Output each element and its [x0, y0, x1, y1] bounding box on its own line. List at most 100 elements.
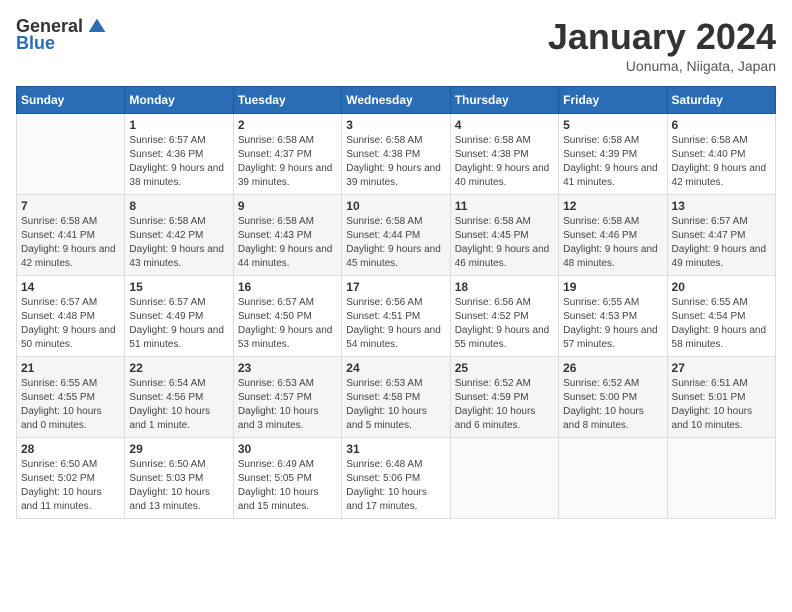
- day-number: 13: [672, 199, 771, 213]
- calendar-week-row: 1Sunrise: 6:57 AM Sunset: 4:36 PM Daylig…: [17, 114, 776, 195]
- day-number: 25: [455, 361, 554, 375]
- logo-icon: [87, 17, 107, 37]
- calendar-cell: 7Sunrise: 6:58 AM Sunset: 4:41 PM Daylig…: [17, 195, 125, 276]
- day-number: 29: [129, 442, 228, 456]
- day-info: Sunrise: 6:53 AM Sunset: 4:58 PM Dayligh…: [346, 377, 445, 433]
- day-info: Sunrise: 6:51 AM Sunset: 5:01 PM Dayligh…: [672, 377, 771, 433]
- calendar-cell: 23Sunrise: 6:53 AM Sunset: 4:57 PM Dayli…: [233, 357, 341, 438]
- day-number: 22: [129, 361, 228, 375]
- day-info: Sunrise: 6:52 AM Sunset: 4:59 PM Dayligh…: [455, 377, 554, 433]
- calendar-cell: 13 Sunrise: 6:57 AM Sunset: 4:47 PM Dayli…: [667, 195, 775, 276]
- calendar-cell: 26Sunrise: 6:52 AM Sunset: 5:00 PM Dayli…: [559, 357, 667, 438]
- calendar-week-row: 14Sunrise: 6:57 AM Sunset: 4:48 PM Dayli…: [17, 276, 776, 357]
- calendar-week-row: 21 Sunrise: 6:55 AM Sunset: 4:55 PM Dayli…: [17, 357, 776, 438]
- day-info: Sunrise: 6:53 AM Sunset: 4:57 PM Dayligh…: [238, 377, 337, 433]
- day-info: Sunrise: 6:55 AM Sunset: 4:53 PM Dayligh…: [563, 296, 662, 352]
- day-info: Sunrise: 6:55 AM Sunset: 4:55 PM Dayligh…: [21, 377, 120, 433]
- day-number: 8: [129, 199, 228, 213]
- weekday-header-tuesday: Tuesday: [233, 87, 341, 114]
- calendar-cell: 28Sunrise: 6:50 AM Sunset: 5:02 PM Dayli…: [17, 438, 125, 519]
- weekday-header-row: SundayMondayTuesdayWednesdayThursdayFrid…: [17, 87, 776, 114]
- calendar-cell: 12 Sunrise: 6:58 AM Sunset: 4:46 PM Dayli…: [559, 195, 667, 276]
- calendar-cell: 18Sunrise: 6:56 AM Sunset: 4:52 PM Dayli…: [450, 276, 558, 357]
- day-info: Sunrise: 6:57 AM Sunset: 4:47 PM Dayligh…: [672, 215, 771, 271]
- calendar-cell: 22Sunrise: 6:54 AM Sunset: 4:56 PM Dayli…: [125, 357, 233, 438]
- day-info: Sunrise: 6:48 AM Sunset: 5:06 PM Dayligh…: [346, 458, 445, 514]
- day-info: Sunrise: 6:58 AM Sunset: 4:38 PM Dayligh…: [455, 134, 554, 190]
- day-number: 9: [238, 199, 337, 213]
- calendar-cell: 9 Sunrise: 6:58 AM Sunset: 4:43 PM Daylig…: [233, 195, 341, 276]
- calendar-cell: 5 Sunrise: 6:58 AM Sunset: 4:39 PM Daylig…: [559, 114, 667, 195]
- day-number: 19: [563, 280, 662, 294]
- day-number: 11: [455, 199, 554, 213]
- weekday-header-saturday: Saturday: [667, 87, 775, 114]
- calendar-cell: 31 Sunrise: 6:48 AM Sunset: 5:06 PM Dayli…: [342, 438, 450, 519]
- calendar-cell: [559, 438, 667, 519]
- day-number: 15: [129, 280, 228, 294]
- calendar-cell: 17 Sunrise: 6:56 AM Sunset: 4:51 PM Dayli…: [342, 276, 450, 357]
- day-number: 12: [563, 199, 662, 213]
- day-number: 21: [21, 361, 120, 375]
- calendar-week-row: 7Sunrise: 6:58 AM Sunset: 4:41 PM Daylig…: [17, 195, 776, 276]
- day-number: 31: [346, 442, 445, 456]
- day-info: Sunrise: 6:58 AM Sunset: 4:38 PM Dayligh…: [346, 134, 445, 190]
- day-info: Sunrise: 6:58 AM Sunset: 4:45 PM Dayligh…: [455, 215, 554, 271]
- calendar-week-row: 28Sunrise: 6:50 AM Sunset: 5:02 PM Dayli…: [17, 438, 776, 519]
- day-info: Sunrise: 6:57 AM Sunset: 4:48 PM Dayligh…: [21, 296, 120, 352]
- day-number: 5: [563, 118, 662, 132]
- calendar-cell: 4 Sunrise: 6:58 AM Sunset: 4:38 PM Daylig…: [450, 114, 558, 195]
- day-info: Sunrise: 6:56 AM Sunset: 4:52 PM Dayligh…: [455, 296, 554, 352]
- day-info: Sunrise: 6:50 AM Sunset: 5:03 PM Dayligh…: [129, 458, 228, 514]
- day-info: Sunrise: 6:58 AM Sunset: 4:44 PM Dayligh…: [346, 215, 445, 271]
- month-title: January 2024: [548, 16, 776, 58]
- day-info: Sunrise: 6:57 AM Sunset: 4:50 PM Dayligh…: [238, 296, 337, 352]
- calendar-cell: 19 Sunrise: 6:55 AM Sunset: 4:53 PM Dayli…: [559, 276, 667, 357]
- calendar-cell: [17, 114, 125, 195]
- calendar-cell: 10 Sunrise: 6:58 AM Sunset: 4:44 PM Dayli…: [342, 195, 450, 276]
- day-number: 27: [672, 361, 771, 375]
- day-number: 26: [563, 361, 662, 375]
- day-number: 4: [455, 118, 554, 132]
- day-info: Sunrise: 6:56 AM Sunset: 4:51 PM Dayligh…: [346, 296, 445, 352]
- day-info: Sunrise: 6:58 AM Sunset: 4:39 PM Dayligh…: [563, 134, 662, 190]
- calendar-cell: 29 Sunrise: 6:50 AM Sunset: 5:03 PM Dayli…: [125, 438, 233, 519]
- page-header: General Blue January 2024 Uonuma, Niigat…: [16, 16, 776, 74]
- day-number: 1: [129, 118, 228, 132]
- day-info: Sunrise: 6:49 AM Sunset: 5:05 PM Dayligh…: [238, 458, 337, 514]
- day-number: 10: [346, 199, 445, 213]
- weekday-header-thursday: Thursday: [450, 87, 558, 114]
- day-number: 7: [21, 199, 120, 213]
- calendar-cell: 11 Sunrise: 6:58 AM Sunset: 4:45 PM Dayli…: [450, 195, 558, 276]
- day-number: 24: [346, 361, 445, 375]
- calendar-cell: 30 Sunrise: 6:49 AM Sunset: 5:05 PM Dayli…: [233, 438, 341, 519]
- day-number: 17: [346, 280, 445, 294]
- day-info: Sunrise: 6:58 AM Sunset: 4:37 PM Dayligh…: [238, 134, 337, 190]
- day-number: 2: [238, 118, 337, 132]
- day-number: 20: [672, 280, 771, 294]
- calendar-cell: 2 Sunrise: 6:58 AM Sunset: 4:37 PM Daylig…: [233, 114, 341, 195]
- day-number: 16: [238, 280, 337, 294]
- calendar-cell: 15 Sunrise: 6:57 AM Sunset: 4:49 PM Dayli…: [125, 276, 233, 357]
- calendar-cell: 27 Sunrise: 6:51 AM Sunset: 5:01 PM Dayli…: [667, 357, 775, 438]
- weekday-header-wednesday: Wednesday: [342, 87, 450, 114]
- day-info: Sunrise: 6:58 AM Sunset: 4:43 PM Dayligh…: [238, 215, 337, 271]
- calendar-cell: 6 Sunrise: 6:58 AM Sunset: 4:40 PM Daylig…: [667, 114, 775, 195]
- calendar-cell: 8 Sunrise: 6:58 AM Sunset: 4:42 PM Daylig…: [125, 195, 233, 276]
- calendar-cell: 25 Sunrise: 6:52 AM Sunset: 4:59 PM Dayli…: [450, 357, 558, 438]
- calendar-cell: [667, 438, 775, 519]
- logo: General Blue: [16, 16, 107, 54]
- calendar-cell: 1Sunrise: 6:57 AM Sunset: 4:36 PM Daylig…: [125, 114, 233, 195]
- calendar-cell: 3 Sunrise: 6:58 AM Sunset: 4:38 PM Daylig…: [342, 114, 450, 195]
- day-info: Sunrise: 6:57 AM Sunset: 4:49 PM Dayligh…: [129, 296, 228, 352]
- day-number: 6: [672, 118, 771, 132]
- day-number: 3: [346, 118, 445, 132]
- day-info: Sunrise: 6:58 AM Sunset: 4:40 PM Dayligh…: [672, 134, 771, 190]
- day-info: Sunrise: 6:58 AM Sunset: 4:42 PM Dayligh…: [129, 215, 228, 271]
- calendar-table: SundayMondayTuesdayWednesdayThursdayFrid…: [16, 86, 776, 519]
- day-info: Sunrise: 6:55 AM Sunset: 4:54 PM Dayligh…: [672, 296, 771, 352]
- location: Uonuma, Niigata, Japan: [548, 58, 776, 74]
- weekday-header-sunday: Sunday: [17, 87, 125, 114]
- day-number: 30: [238, 442, 337, 456]
- logo-blue-text: Blue: [16, 33, 55, 54]
- day-info: Sunrise: 6:58 AM Sunset: 4:46 PM Dayligh…: [563, 215, 662, 271]
